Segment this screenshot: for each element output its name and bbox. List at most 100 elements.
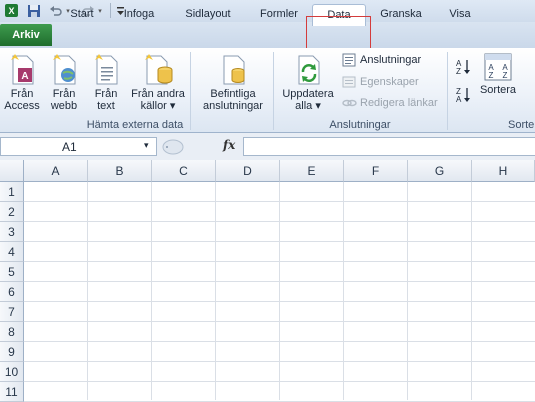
grid-line	[24, 221, 535, 222]
ribbon-tab-bar	[0, 22, 535, 49]
svg-text:A: A	[21, 71, 28, 82]
group-label-connections: Anslutningar	[329, 119, 391, 131]
existing-connections-label: Befintliga anslutningar	[203, 88, 263, 112]
excel-logo-icon[interactable]: X	[3, 3, 19, 18]
tab-start[interactable]: Start	[60, 4, 104, 25]
group-separator	[190, 52, 191, 130]
formula-bar-handle-icon[interactable]	[162, 139, 184, 155]
column-header-f[interactable]: F	[344, 160, 408, 182]
formula-input[interactable]	[243, 137, 535, 156]
row-header-8[interactable]: 8	[0, 322, 24, 342]
grid-line	[343, 182, 344, 400]
refresh-all-label: Uppdatera alla ▾	[282, 88, 334, 112]
from-web-label: Från webb	[50, 88, 78, 112]
sort-az-icon[interactable]: AZ	[455, 58, 473, 76]
column-header-a[interactable]: A	[24, 160, 88, 182]
grid-line	[24, 361, 535, 362]
grid-line	[24, 261, 535, 262]
row-header-4[interactable]: 4	[0, 242, 24, 262]
refresh-icon	[298, 55, 320, 85]
grid-line	[24, 201, 535, 202]
row-header-1[interactable]: 1	[0, 182, 24, 202]
from-text-button[interactable]: Från text	[86, 52, 126, 112]
row-header-5[interactable]: 5	[0, 262, 24, 282]
edit-links-label: Redigera länkar	[360, 97, 438, 109]
group-separator	[273, 52, 274, 130]
column-header-g[interactable]: G	[408, 160, 472, 182]
properties-label: Egenskaper	[360, 76, 419, 88]
save-icon[interactable]	[26, 3, 42, 18]
tab-insert[interactable]: Infoga	[114, 4, 164, 25]
group-label-sort: Sorte	[508, 119, 535, 131]
grid-line	[24, 281, 535, 282]
worksheet-grid[interactable]	[0, 160, 535, 400]
grid-line	[24, 301, 535, 302]
select-all-button[interactable]	[0, 160, 24, 182]
qat-separator	[110, 3, 111, 18]
column-header-d[interactable]: D	[216, 160, 280, 182]
column-header-h[interactable]: H	[472, 160, 535, 182]
row-header-6[interactable]: 6	[0, 282, 24, 302]
svg-text:Z: Z	[489, 71, 494, 80]
existing-connections-button[interactable]: Befintliga anslutningar	[195, 52, 271, 112]
group-separator	[447, 52, 448, 130]
row-header-2[interactable]: 2	[0, 202, 24, 222]
row-header-9[interactable]: 9	[0, 342, 24, 362]
access-icon: A	[11, 54, 34, 85]
name-box-value: A1	[62, 140, 77, 154]
svg-text:Z: Z	[456, 67, 461, 76]
properties-icon	[342, 76, 356, 88]
tab-formulas[interactable]: Formler	[250, 4, 308, 25]
grid-line	[151, 182, 152, 400]
sort-icon: A Z A Z	[484, 53, 512, 81]
grid-line	[24, 341, 535, 342]
refresh-all-button[interactable]: Uppdatera alla ▾	[278, 52, 338, 112]
row-header-3[interactable]: 3	[0, 222, 24, 242]
from-web-button[interactable]: Från webb	[44, 52, 84, 112]
row-header-7[interactable]: 7	[0, 302, 24, 322]
connections-icon	[223, 55, 245, 85]
row-header-11[interactable]: 11	[0, 382, 24, 402]
text-file-icon	[95, 54, 118, 85]
from-other-sources-label: Från andra källor ▾	[131, 88, 185, 112]
grid-line	[407, 182, 408, 400]
group-label-get-external-data: Hämta externa data	[86, 119, 184, 131]
svg-text:A: A	[456, 95, 462, 104]
column-header-c[interactable]: C	[152, 160, 216, 182]
insert-function-icon[interactable]: fx	[223, 138, 235, 152]
web-icon	[53, 54, 76, 85]
formula-tools: fx	[162, 137, 240, 156]
tab-view[interactable]: Visa	[440, 4, 480, 25]
highlight-box	[306, 16, 371, 50]
database-icon	[145, 54, 173, 85]
sort-za-icon[interactable]: ZA	[455, 86, 473, 104]
edit-links-icon	[342, 99, 357, 107]
grid-line	[24, 321, 535, 322]
column-header-e[interactable]: E	[280, 160, 344, 182]
edit-links-button[interactable]: Redigera länkar	[342, 94, 438, 112]
grid-line	[279, 182, 280, 400]
column-header-b[interactable]: B	[88, 160, 152, 182]
properties-button[interactable]: Egenskaper	[342, 73, 419, 91]
grid-line	[24, 381, 535, 382]
sort-button[interactable]: A Z A Z Sortera	[477, 52, 519, 96]
tab-review[interactable]: Granska	[372, 4, 430, 25]
grid-line	[215, 182, 216, 400]
from-other-sources-button[interactable]: Från andra källor ▾	[128, 52, 188, 112]
connections-icon	[342, 53, 356, 67]
from-text-label: Från text	[94, 88, 118, 112]
connections-label: Anslutningar	[360, 54, 422, 66]
grid-line	[471, 182, 472, 400]
tab-file[interactable]: Arkiv	[0, 24, 52, 46]
connections-button[interactable]: Anslutningar	[342, 51, 421, 69]
from-access-button[interactable]: A Från Access	[2, 52, 42, 112]
grid-line	[24, 241, 535, 242]
grid-line	[87, 182, 88, 400]
row-header-10[interactable]: 10	[0, 362, 24, 382]
tab-page-layout[interactable]: Sidlayout	[175, 4, 241, 25]
sort-label: Sortera	[479, 84, 517, 96]
name-box[interactable]: A1 ▾	[0, 137, 157, 156]
svg-text:X: X	[8, 6, 14, 16]
svg-text:Z: Z	[503, 71, 508, 80]
dropdown-icon[interactable]: ▾	[144, 140, 149, 151]
